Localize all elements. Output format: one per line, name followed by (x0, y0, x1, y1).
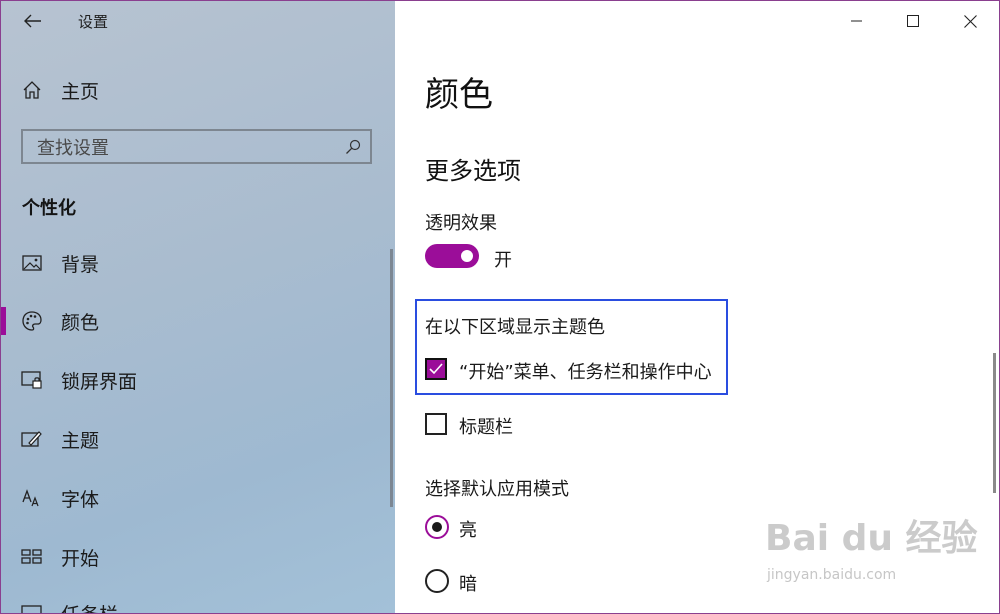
sidebar: 设置 主页 个性化 (1, 1, 395, 613)
settings-window: 设置 主页 个性化 (0, 0, 1000, 614)
sidebar-item-label: 开始 (61, 547, 100, 570)
sidebar-item-home[interactable]: 主页 (1, 67, 395, 113)
taskbar-icon (21, 602, 43, 613)
active-indicator (1, 307, 6, 335)
sidebar-item-lock-screen[interactable]: 锁屏界面 (1, 354, 395, 406)
sidebar-item-label: 任务栏 (61, 600, 118, 614)
back-arrow-icon (24, 14, 41, 28)
sidebar-item-label: 锁屏界面 (61, 370, 138, 393)
sidebar-item-label: 主题 (61, 429, 100, 452)
title-bar-checkbox[interactable] (425, 413, 447, 435)
sidebar-item-label: 主页 (61, 80, 100, 103)
back-button[interactable] (19, 7, 47, 35)
search-icon[interactable] (345, 139, 361, 155)
home-icon (21, 79, 43, 101)
app-mode-label: 选择默认应用模式 (425, 479, 569, 500)
sidebar-item-background[interactable]: 背景 (1, 237, 395, 289)
theme-brush-icon (21, 428, 43, 450)
title-bar-label: 标题栏 (459, 417, 513, 438)
content-pane: 颜色 更多选项 透明效果 开 在以下区域显示主题色 “开始”菜单、任务栏和操作中… (395, 1, 999, 613)
accent-surfaces-label: 在以下区域显示主题色 (425, 317, 605, 338)
page-title: 颜色 (425, 75, 493, 115)
palette-icon (21, 310, 43, 332)
font-icon (21, 487, 43, 509)
close-icon (963, 14, 977, 28)
checkmark-icon (429, 363, 443, 375)
section-heading: 个性化 (22, 198, 76, 219)
maximize-button[interactable] (893, 7, 933, 35)
close-button[interactable] (950, 7, 990, 35)
sidebar-item-colors[interactable]: 颜色 (1, 295, 395, 347)
toggle-state-text: 开 (494, 250, 512, 271)
start-icon (21, 546, 43, 568)
light-mode-label: 亮 (459, 520, 477, 541)
content-scrollbar[interactable] (993, 353, 996, 493)
baidu-watermark: Bai du 经验 jingyan.baidu.com (765, 501, 985, 611)
sidebar-item-label: 字体 (61, 488, 100, 511)
watermark-url: jingyan.baidu.com (767, 567, 897, 583)
more-options-heading: 更多选项 (425, 157, 521, 185)
sidebar-item-start[interactable]: 开始 (1, 531, 395, 583)
sidebar-item-label: 背景 (61, 253, 100, 276)
sidebar-item-fonts[interactable]: 字体 (1, 472, 395, 524)
sidebar-item-label: 颜色 (61, 311, 100, 334)
transparency-toggle[interactable] (425, 244, 479, 268)
sidebar-scrollbar[interactable] (390, 249, 393, 507)
search-box (21, 129, 372, 164)
start-taskbar-checkbox[interactable] (425, 358, 447, 380)
dark-mode-radio[interactable] (425, 569, 449, 593)
toggle-knob (461, 250, 473, 262)
minimize-button[interactable] (837, 7, 877, 35)
app-title: 设置 (78, 13, 109, 31)
watermark-logo: Bai du 经验 (765, 518, 978, 559)
dark-mode-label: 暗 (459, 574, 477, 595)
lock-screen-icon (21, 369, 43, 391)
sidebar-item-themes[interactable]: 主题 (1, 413, 395, 465)
image-icon (21, 252, 43, 274)
transparency-label: 透明效果 (425, 213, 497, 234)
light-mode-radio[interactable] (425, 515, 449, 539)
sidebar-item-taskbar[interactable]: 任务栏 (1, 587, 395, 614)
search-input[interactable] (35, 134, 339, 162)
maximize-icon (907, 15, 919, 27)
start-taskbar-label: “开始”菜单、任务栏和操作中心 (459, 362, 712, 383)
minimize-icon (851, 20, 862, 22)
